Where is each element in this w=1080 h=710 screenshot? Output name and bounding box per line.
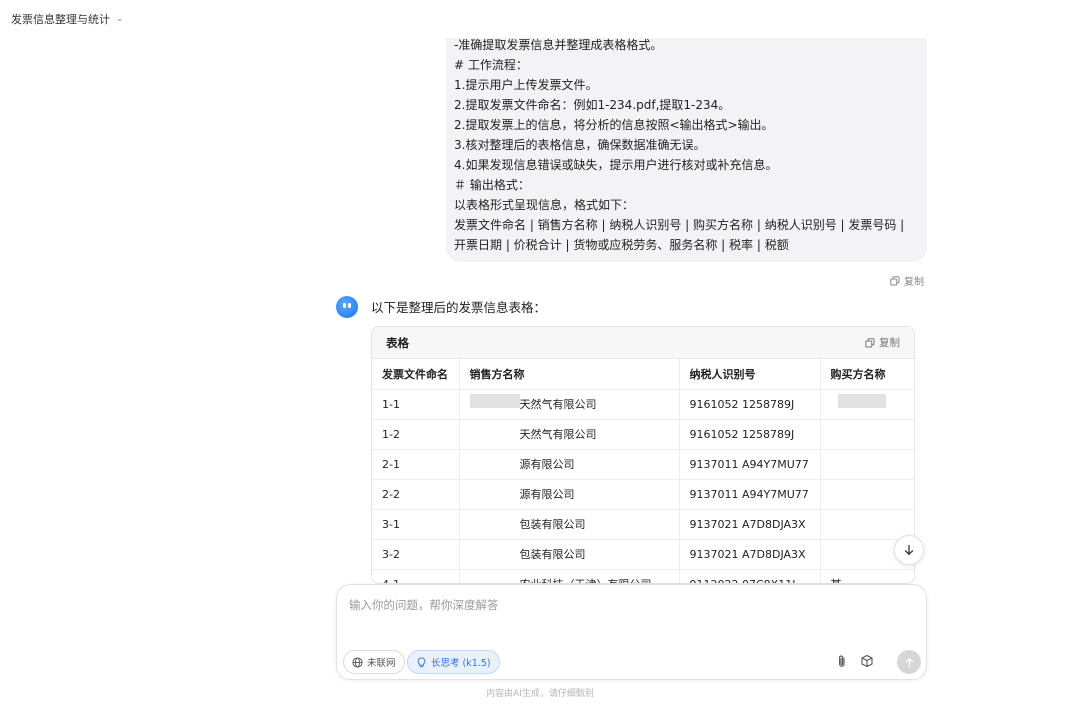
column-header: 购买方名称	[820, 359, 914, 390]
table-header-row: 发票文件命名 销售方名称 纳税人识别号 购买方名称	[372, 359, 914, 390]
assistant-intro-text: 以下是整理后的发票信息表格：	[371, 300, 547, 315]
user-message-line: # 工作流程：	[454, 58, 528, 72]
conversation-title[interactable]: 发票信息整理与统计 ⌄	[11, 11, 124, 27]
user-message-line: 3.核对整理后的表格信息，确保数据准确无误。	[454, 138, 706, 152]
table-cell: 1-2	[372, 419, 460, 450]
table-cell: 9137011 A94Y7MU77	[679, 449, 821, 480]
globe-icon	[352, 656, 363, 668]
cube-icon[interactable]	[860, 654, 874, 668]
table-cell: 9112022 07C8X11L	[679, 569, 821, 583]
copy-message-label: 复制	[904, 277, 924, 288]
table-row: 1-1 天然气有限公司 9161052 1258789J 建	[372, 389, 914, 420]
conversation-title-text: 发票信息整理与统计	[11, 13, 110, 26]
table-card-title: 表格	[386, 335, 409, 350]
table-cell: 建	[820, 509, 914, 540]
table-row: 2-2 源有限公司 9137011 A94Y7MU77 建	[372, 479, 914, 510]
invoice-table: 发票文件命名 销售方名称 纳税人识别号 购买方名称 1-1 天然气有限公司 91…	[372, 359, 914, 583]
user-message-line: 以表格形式呈现信息，格式如下：	[454, 198, 635, 212]
user-message-line: 2.提取发票文件命名：例如1-234.pdf,提取1-234。	[454, 98, 731, 112]
scroll-to-bottom-button[interactable]	[894, 535, 924, 565]
column-header: 销售方名称	[459, 359, 680, 390]
table-cell: 4-1	[372, 569, 460, 583]
table-cell: 建	[820, 449, 914, 480]
table-cell: 包装有限公司	[459, 509, 680, 540]
table-cell: 2-2	[372, 479, 460, 510]
long-thinking-toggle[interactable]: 长思考 (k1.5)	[407, 650, 500, 674]
arrow-up-icon	[905, 657, 913, 667]
ai-disclaimer: 内容由AI生成，请仔细甄别	[486, 689, 594, 699]
user-message-bubble: -准确提取发票信息并整理成表格格式。 # 工作流程： 1.提示用户上传发票文件。…	[446, 38, 927, 262]
user-message-line: -准确提取发票信息并整理成表格格式。	[454, 38, 663, 52]
composer-placeholder: 输入你的问题，帮你深度解答	[349, 598, 499, 612]
copy-table-button[interactable]: 复制	[865, 335, 900, 350]
column-header: 发票文件命名	[372, 359, 460, 390]
table-cell: 9161052 1258789J	[679, 389, 821, 420]
table-cell: 3-2	[372, 539, 460, 570]
table-cell: 建	[820, 419, 914, 450]
table-cell: 9161052 1258789J	[679, 419, 821, 450]
redaction-mask	[838, 394, 886, 408]
table-row: 2-1 源有限公司 9137011 A94Y7MU77 建	[372, 449, 914, 480]
table-cell: 建	[820, 479, 914, 510]
send-button[interactable]	[897, 650, 921, 674]
web-search-toggle[interactable]: 未联网	[343, 650, 405, 674]
table-cell: 源有限公司	[459, 449, 680, 480]
table-cell: 包装有限公司	[459, 539, 680, 570]
redaction-mask	[470, 394, 520, 408]
copy-icon	[865, 337, 875, 347]
user-message-line: 4.如果发现信息错误或缺失，提示用户进行核对或补充信息。	[454, 158, 778, 172]
table-cell: 2-1	[372, 449, 460, 480]
invoice-table-card: 表格 复制 发票文件命名 销售方名称 纳税人识别号 购买方名称 1-1 天然气有…	[371, 326, 915, 584]
table-cell: 3-1	[372, 509, 460, 540]
copy-message-button[interactable]: 复制	[890, 273, 924, 288]
user-message-line: 1.提示用户上传发票文件。	[454, 78, 598, 92]
long-thinking-label: 长思考 (k1.5)	[431, 658, 491, 669]
user-message-line: ＃ 输出格式：	[454, 178, 530, 192]
user-message-line: 2.提取发票上的信息，将分析的信息按照<输出格式>输出。	[454, 118, 774, 132]
table-card-header: 表格 复制	[372, 327, 914, 359]
table-cell: 1-1	[372, 389, 460, 420]
user-message-line: 发票文件命名 | 销售方名称 | 纳税人识别号 | 购买方名称 | 纳税人识别号…	[454, 218, 905, 252]
table-cell: 9137011 A94Y7MU77	[679, 479, 821, 510]
arrow-down-icon	[904, 544, 914, 555]
table-cell: 源有限公司	[459, 479, 680, 510]
table-cell: 天然气有限公司	[459, 419, 680, 450]
assistant-avatar	[336, 296, 358, 318]
copy-icon	[890, 275, 900, 285]
table-cell: 9137021 A7D8DJA3X	[679, 509, 821, 540]
table-row: 4-1 农业科技（天津）有限公司 9112022 07C8X11L 某	[372, 569, 914, 583]
web-search-label: 未联网	[367, 658, 396, 669]
copy-table-label: 复制	[879, 337, 900, 349]
table-cell: 农业科技（天津）有限公司	[459, 569, 680, 583]
message-composer[interactable]: 输入你的问题，帮你深度解答 未联网 长思考 (k1.5)	[336, 584, 927, 680]
table-cell: 9137021 A7D8DJA3X	[679, 539, 821, 570]
lightbulb-icon	[417, 656, 426, 667]
table-row: 1-2 天然气有限公司 9161052 1258789J 建	[372, 419, 914, 450]
table-cell: 某	[820, 569, 914, 583]
table-row: 3-2 包装有限公司 9137021 A7D8DJA3X 建	[372, 539, 914, 570]
chevron-down-icon: ⌄	[116, 14, 124, 24]
paperclip-icon[interactable]	[835, 654, 849, 668]
column-header: 纳税人识别号	[679, 359, 821, 390]
table-row: 3-1 包装有限公司 9137021 A7D8DJA3X 建	[372, 509, 914, 540]
